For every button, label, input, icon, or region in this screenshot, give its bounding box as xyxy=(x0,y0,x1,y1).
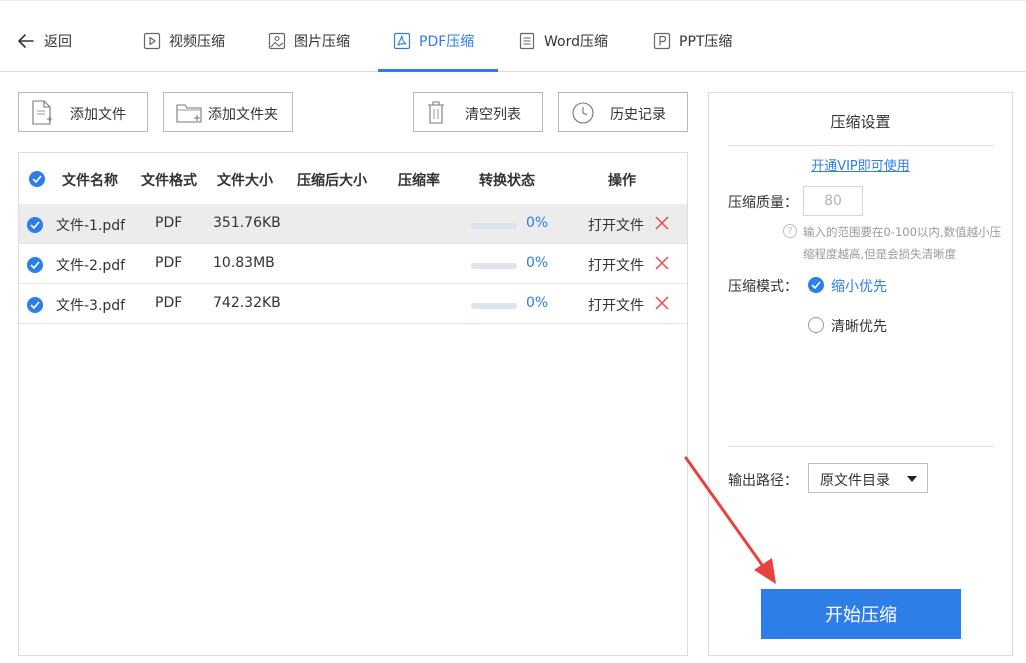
active-tab-indicator xyxy=(378,69,498,72)
check-icon xyxy=(30,221,40,229)
mode-label: 压缩模式： xyxy=(728,279,798,295)
start-compress-button[interactable]: 开始压缩 xyxy=(761,589,961,639)
progress-bar xyxy=(471,263,517,269)
word-icon xyxy=(518,32,536,50)
help-icon: ? xyxy=(783,224,797,238)
clock-icon xyxy=(571,100,595,126)
mode-label-size-first[interactable]: 缩小优先 xyxy=(831,276,887,296)
header-status: 转换状态 xyxy=(479,173,535,189)
open-file-link[interactable]: 打开文件 xyxy=(588,255,644,275)
add-folder-label: 添加文件夹 xyxy=(208,107,278,123)
file-format: PDF xyxy=(155,295,183,311)
header-size: 文件大小 xyxy=(217,173,273,189)
output-path-label: 输出路径： xyxy=(728,473,798,489)
row-checkbox[interactable] xyxy=(27,217,43,233)
open-file-link[interactable]: 打开文件 xyxy=(588,215,644,235)
table-header: 文件名称 文件格式 文件大小 压缩后大小 压缩率 转换状态 操作 xyxy=(19,153,687,203)
select-all-checkbox[interactable] xyxy=(29,171,45,187)
header-compressed-size: 压缩后大小 xyxy=(297,173,367,189)
clear-list-label: 清空列表 xyxy=(465,107,521,123)
delete-icon[interactable] xyxy=(655,256,669,270)
progress-percent: 0% xyxy=(526,255,549,271)
file-format: PDF xyxy=(155,215,183,231)
delete-icon[interactable] xyxy=(655,216,669,230)
tab-label: Word压缩 xyxy=(544,34,608,50)
check-icon xyxy=(811,281,821,289)
progress-percent: 0% xyxy=(526,215,549,231)
mode-radio-size-first[interactable] xyxy=(808,277,824,293)
quality-hint: 输入的范围要在0-100以内,数值越小压缩程度越高,但是会损失清晰度 xyxy=(803,225,1002,261)
table-row[interactable]: 文件-3.pdf PDF 742.32KB 0% 打开文件 xyxy=(19,284,687,324)
header-ratio: 压缩率 xyxy=(398,173,440,189)
check-icon xyxy=(32,175,42,183)
file-table: 文件名称 文件格式 文件大小 压缩后大小 压缩率 转换状态 操作 文件-1.pd… xyxy=(18,152,688,656)
add-file-icon xyxy=(31,100,53,126)
add-file-label: 添加文件 xyxy=(70,107,126,123)
output-path-value: 原文件目录 xyxy=(820,473,890,489)
file-name: 文件-2.pdf xyxy=(56,258,126,274)
history-button[interactable]: 历史记录 xyxy=(558,92,688,132)
progress-bar xyxy=(471,223,517,229)
tab-label: PPT压缩 xyxy=(679,34,733,50)
table-row[interactable]: 文件-2.pdf PDF 10.83MB 0% 打开文件 xyxy=(19,244,687,284)
quality-label: 压缩质量： xyxy=(728,195,798,211)
file-name: 文件-3.pdf xyxy=(56,298,126,314)
clear-list-button[interactable]: 清空列表 xyxy=(413,92,543,132)
tab-video[interactable]: 视频压缩 xyxy=(143,29,225,53)
compression-settings-panel: 压缩设置 开通VIP即可使用 压缩质量： ? 输入的范围要在0-100以内,数值… xyxy=(708,92,1013,656)
progress-bar xyxy=(471,303,517,309)
vip-link[interactable]: 开通VIP即可使用 xyxy=(709,155,1012,174)
tab-label: PDF压缩 xyxy=(419,34,475,50)
progress-percent: 0% xyxy=(526,295,549,311)
check-icon xyxy=(30,301,40,309)
caret-down-icon xyxy=(907,476,917,482)
add-folder-button[interactable]: 添加文件夹 xyxy=(163,92,293,132)
check-icon xyxy=(30,261,40,269)
tab-label: 视频压缩 xyxy=(169,34,225,50)
table-row[interactable]: 文件-1.pdf PDF 351.76KB 0% 打开文件 xyxy=(19,204,687,244)
mode-label-clarity-first[interactable]: 清晰优先 xyxy=(831,316,887,336)
history-label: 历史记录 xyxy=(610,107,666,123)
delete-icon[interactable] xyxy=(655,296,669,310)
tab-label: 图片压缩 xyxy=(294,34,350,50)
header-action: 操作 xyxy=(608,173,636,189)
file-size: 351.76KB xyxy=(213,215,281,231)
video-icon xyxy=(143,32,161,50)
file-name: 文件-1.pdf xyxy=(56,218,126,234)
settings-title: 压缩设置 xyxy=(830,113,891,131)
file-size: 742.32KB xyxy=(213,295,281,311)
image-icon xyxy=(268,32,286,50)
tab-pdf[interactable]: PDF压缩 xyxy=(393,29,474,53)
output-path-select[interactable]: 原文件目录 xyxy=(808,463,928,493)
tab-ppt[interactable]: PPT压缩 xyxy=(653,29,732,53)
row-checkbox[interactable] xyxy=(27,257,43,273)
row-checkbox[interactable] xyxy=(27,297,43,313)
file-format: PDF xyxy=(155,255,183,271)
file-size: 10.83MB xyxy=(213,255,275,271)
arrow-left-icon xyxy=(18,34,34,48)
tab-word[interactable]: Word压缩 xyxy=(518,29,608,53)
top-nav: 返回 视频压缩 图片压缩 PDF压缩 Word压缩 PPT压缩 xyxy=(0,0,1026,72)
back-label: 返回 xyxy=(44,34,72,50)
back-button[interactable]: 返回 xyxy=(16,29,72,53)
pdf-icon xyxy=(393,32,411,50)
mode-radio-clarity-first[interactable] xyxy=(808,317,824,333)
add-file-button[interactable]: 添加文件 xyxy=(18,92,148,132)
trash-icon xyxy=(426,100,446,126)
tab-image[interactable]: 图片压缩 xyxy=(268,29,350,53)
open-file-link[interactable]: 打开文件 xyxy=(588,295,644,315)
quality-input[interactable] xyxy=(803,186,863,216)
header-format: 文件格式 xyxy=(141,173,197,189)
header-file-name: 文件名称 xyxy=(62,173,118,189)
add-folder-icon xyxy=(176,100,204,126)
divider xyxy=(728,446,994,447)
divider xyxy=(728,145,994,146)
ppt-icon xyxy=(653,32,671,50)
